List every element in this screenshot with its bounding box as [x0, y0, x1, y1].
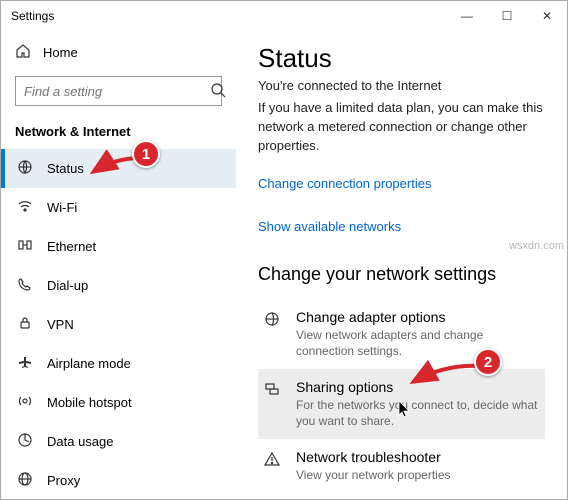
nav-label: Mobile hotspot [47, 395, 132, 410]
status-icon [17, 159, 33, 178]
sidebar-item-hotspot[interactable]: Mobile hotspot [1, 383, 236, 422]
option-desc: View your network properties [296, 467, 451, 483]
airplane-icon [17, 354, 33, 373]
sidebar-item-dialup[interactable]: Dial-up [1, 266, 236, 305]
search-input[interactable] [16, 84, 210, 99]
sidebar-item-wifi[interactable]: Wi-Fi [1, 188, 236, 227]
sharing-icon [264, 379, 284, 402]
home-label: Home [43, 45, 78, 60]
sidebar-item-ethernet[interactable]: Ethernet [1, 227, 236, 266]
titlebar: Settings ― ☐ ✕ [1, 1, 567, 31]
settings-window: Settings ― ☐ ✕ Home Network & Internet S… [0, 0, 568, 500]
show-networks-link[interactable]: Show available networks [258, 219, 401, 234]
home-nav[interactable]: Home [1, 35, 236, 70]
watermark: wsxdn.com [509, 240, 564, 252]
nav-label: Data usage [47, 434, 114, 449]
sidebar-item-proxy[interactable]: Proxy [1, 461, 236, 499]
option-text: Change adapter options View network adap… [296, 309, 539, 359]
sidebar: Home Network & Internet Status Wi-Fi Eth… [1, 31, 236, 499]
vpn-icon [17, 315, 33, 334]
close-button[interactable]: ✕ [527, 1, 567, 31]
option-adapter[interactable]: Change adapter options View network adap… [258, 299, 545, 369]
wifi-icon [17, 198, 33, 217]
hotspot-icon [17, 393, 33, 412]
option-desc: View network adapters and change connect… [296, 327, 539, 359]
page-heading: Status [258, 43, 545, 74]
nav-label: Ethernet [47, 239, 96, 254]
proxy-icon [17, 471, 33, 490]
content-area: Home Network & Internet Status Wi-Fi Eth… [1, 31, 567, 499]
connection-status: You're connected to the Internet [258, 78, 545, 93]
nav-label: Proxy [47, 473, 80, 488]
settings-subheading: Change your network settings [258, 264, 545, 285]
home-icon [15, 43, 31, 62]
option-desc: For the networks you connect to, decide … [296, 397, 539, 429]
mouse-cursor [398, 400, 412, 423]
sidebar-item-vpn[interactable]: VPN [1, 305, 236, 344]
maximize-button[interactable]: ☐ [487, 1, 527, 31]
nav-label: Dial-up [47, 278, 88, 293]
annotation-badge-2: 2 [474, 348, 502, 376]
minimize-button[interactable]: ― [447, 1, 487, 31]
annotation-badge-1: 1 [132, 140, 160, 168]
change-connection-link[interactable]: Change connection properties [258, 176, 431, 191]
nav-label: Status [47, 161, 84, 176]
option-title: Change adapter options [296, 309, 539, 325]
arrow-2 [405, 358, 485, 392]
dialup-icon [17, 276, 33, 295]
troubleshooter-icon [264, 449, 284, 472]
ethernet-icon [17, 237, 33, 256]
nav-label: Wi-Fi [47, 200, 77, 215]
main-panel: Status You're connected to the Internet … [236, 31, 567, 499]
search-box[interactable] [15, 76, 222, 106]
section-title: Network & Internet [1, 116, 236, 149]
option-title: Network troubleshooter [296, 449, 451, 465]
option-troubleshooter[interactable]: Network troubleshooter View your network… [258, 439, 545, 493]
option-text: Network troubleshooter View your network… [296, 449, 451, 483]
window-title: Settings [11, 9, 447, 23]
nav-label: VPN [47, 317, 74, 332]
adapter-icon [264, 309, 284, 332]
search-icon [210, 82, 226, 101]
nav-label: Airplane mode [47, 356, 131, 371]
status-description: If you have a limited data plan, you can… [258, 99, 545, 156]
sidebar-item-datausage[interactable]: Data usage [1, 422, 236, 461]
data-usage-icon [17, 432, 33, 451]
sidebar-item-airplane[interactable]: Airplane mode [1, 344, 236, 383]
